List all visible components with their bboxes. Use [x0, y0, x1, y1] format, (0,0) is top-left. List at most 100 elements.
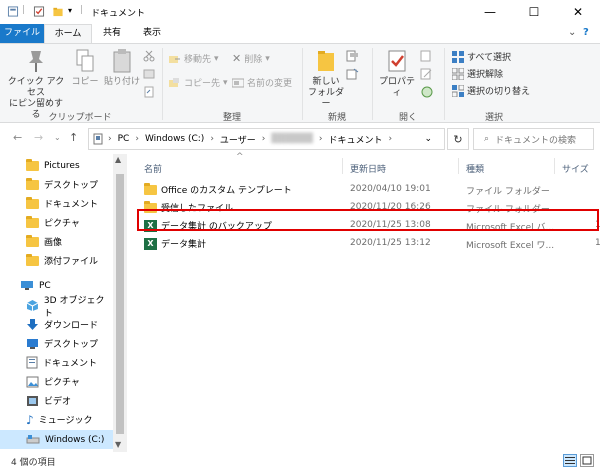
nav-item-pictures-quick[interactable]: ピクチャ — [0, 213, 113, 232]
nav-item-videos[interactable]: ビデオ — [0, 391, 113, 410]
properties-quick-icon[interactable] — [33, 6, 45, 17]
minimize-button[interactable]: — — [468, 0, 512, 24]
close-button[interactable]: ✕ — [556, 0, 600, 24]
nav-item-windows-c[interactable]: Windows (C:) — [0, 430, 113, 449]
organize-group-label: 整理 — [222, 113, 241, 123]
ribbon-tabs: ファイル ホーム 共有 表示 ⌄ ? — [0, 24, 600, 43]
tab-view[interactable]: 表示 — [132, 24, 172, 43]
window-app-icon[interactable] — [7, 6, 19, 17]
tab-home[interactable]: ホーム — [44, 24, 92, 43]
copy-to-icon — [169, 77, 179, 87]
open-group-label: 開く — [398, 113, 417, 123]
breadcrumb-documents[interactable]: ドキュメント — [329, 133, 383, 146]
large-icons-view-button[interactable] — [580, 454, 594, 467]
quick-access-dropdown-icon[interactable]: ▾ — [68, 6, 72, 15]
breadcrumb-drive[interactable]: Windows (C:) — [145, 134, 204, 144]
new-folder-button[interactable]: 新しい フォルダー — [304, 48, 348, 110]
new-item-icon[interactable] — [346, 50, 360, 62]
3d-objects-icon — [26, 300, 39, 311]
new-folder-quick-icon[interactable] — [52, 6, 64, 17]
column-header-date[interactable]: 更新日時 — [350, 162, 386, 175]
nav-item-pictures[interactable]: Pictures — [0, 156, 113, 175]
back-arrow-icon[interactable]: ← — [13, 131, 22, 144]
nav-item-music[interactable]: ♪ ミュージック — [0, 410, 113, 429]
paste-shortcut-icon[interactable] — [143, 86, 155, 98]
easy-access-icon[interactable] — [346, 68, 360, 80]
pictures-icon — [26, 376, 39, 387]
scrollbar-thumb[interactable] — [116, 174, 124, 434]
column-header-name[interactable]: 名前 — [144, 162, 162, 175]
column-divider[interactable] — [554, 158, 555, 174]
address-bar[interactable]: › PC › Windows (C:) › ユーザー › ██████ › ドキ… — [88, 128, 445, 150]
breadcrumb-separator: › — [261, 134, 266, 144]
rename-button[interactable]: 名前の変更 — [232, 76, 292, 89]
file-row[interactable]: X データ集計 2020/11/25 13:12 Microsoft Excel … — [138, 234, 600, 252]
breadcrumb-users[interactable]: ユーザー — [220, 133, 256, 146]
title-separator: | — [22, 5, 26, 15]
nav-item-documents-quick[interactable]: ドキュメント — [0, 194, 113, 213]
invert-selection-icon — [452, 84, 464, 97]
file-row[interactable]: Office のカスタム テンプレート 2020/04/10 19:01 ファイ… — [138, 180, 600, 198]
breadcrumb-separator: › — [388, 134, 393, 144]
delete-button[interactable]: ✕ 削除 ▾ — [232, 52, 270, 65]
large-icons-view-icon — [582, 456, 592, 465]
nav-item-images[interactable]: 画像 — [0, 232, 113, 251]
breadcrumb-username-blurred[interactable]: ██████ — [271, 134, 313, 144]
open-icon[interactable] — [420, 50, 434, 62]
nav-item-attachments[interactable]: 添付ファイル — [0, 251, 113, 270]
forward-arrow-icon[interactable]: → — [34, 131, 43, 144]
up-arrow-icon[interactable]: ↑ — [69, 131, 78, 144]
recent-locations-icon[interactable]: ⌄ — [54, 133, 61, 142]
help-icon[interactable]: ? — [583, 27, 589, 38]
status-bar: 4 個の項目 — [0, 452, 600, 471]
breadcrumb-pc[interactable]: PC — [118, 134, 130, 144]
history-icon[interactable] — [420, 86, 434, 98]
column-header-size[interactable]: サイズ — [562, 162, 589, 175]
sort-indicator-icon: ^ — [236, 152, 244, 162]
maximize-button[interactable]: ☐ — [512, 0, 556, 24]
collapse-ribbon-icon[interactable]: ⌄ — [568, 27, 576, 38]
copy-path-icon[interactable] — [143, 68, 155, 80]
select-group-label: 選択 — [484, 113, 503, 123]
paste-button[interactable]: 貼り付け — [104, 48, 140, 88]
search-box[interactable]: ⌕ ドキュメントの検索 — [473, 128, 594, 150]
tab-file[interactable]: ファイル — [0, 24, 44, 43]
edit-icon[interactable] — [420, 68, 434, 80]
tab-share[interactable]: 共有 — [92, 24, 132, 43]
invert-selection-button[interactable]: 選択の切り替え — [452, 84, 530, 97]
search-icon: ⌕ — [484, 134, 490, 144]
column-divider[interactable] — [342, 158, 343, 174]
document-icon — [26, 356, 38, 369]
navigation-pane: Pictures デスクトップ ドキュメント ピクチャ 画像 添付ファイル PC… — [0, 154, 127, 452]
item-count: 4 個の項目 — [11, 458, 56, 468]
properties-button[interactable]: プロパティ — [375, 48, 419, 99]
highlight-box — [137, 209, 599, 231]
nav-item-downloads[interactable]: ダウンロード — [0, 315, 113, 334]
details-view-button[interactable] — [563, 454, 577, 467]
paste-icon — [113, 49, 131, 73]
column-divider[interactable] — [458, 158, 459, 174]
move-to-icon — [169, 55, 180, 63]
nav-item-desktop[interactable]: デスクトップ — [0, 334, 113, 353]
nav-item-pictures-pc[interactable]: ピクチャ — [0, 372, 113, 391]
scroll-up-icon[interactable]: ▲ — [115, 155, 121, 164]
download-icon — [27, 319, 38, 330]
scroll-down-icon[interactable]: ▼ — [115, 440, 121, 449]
nav-pane-scrollbar[interactable]: ▲ ▼ — [113, 154, 127, 452]
move-to-button[interactable]: 移動先 ▾ — [169, 52, 219, 65]
column-header-type[interactable]: 種類 — [466, 162, 484, 175]
nav-item-desktop-quick[interactable]: デスクトップ — [0, 175, 113, 194]
video-icon — [27, 395, 38, 406]
address-dropdown-icon[interactable]: ⌄ — [424, 134, 432, 144]
refresh-button[interactable]: ↻ — [447, 128, 469, 150]
pc-icon — [21, 281, 33, 290]
copy-button[interactable]: コピー — [70, 48, 100, 88]
select-all-button[interactable]: すべて選択 — [452, 50, 511, 63]
clipboard-group-label: クリップボード — [48, 113, 112, 123]
nav-item-3d-objects[interactable]: 3D オブジェクト — [0, 296, 113, 319]
copy-to-button[interactable]: コピー先 ▾ — [169, 76, 228, 89]
folder-icon — [144, 182, 157, 195]
select-none-button[interactable]: 選択解除 — [452, 67, 503, 80]
nav-item-documents[interactable]: ドキュメント — [0, 353, 113, 372]
cut-icon[interactable] — [143, 50, 155, 62]
